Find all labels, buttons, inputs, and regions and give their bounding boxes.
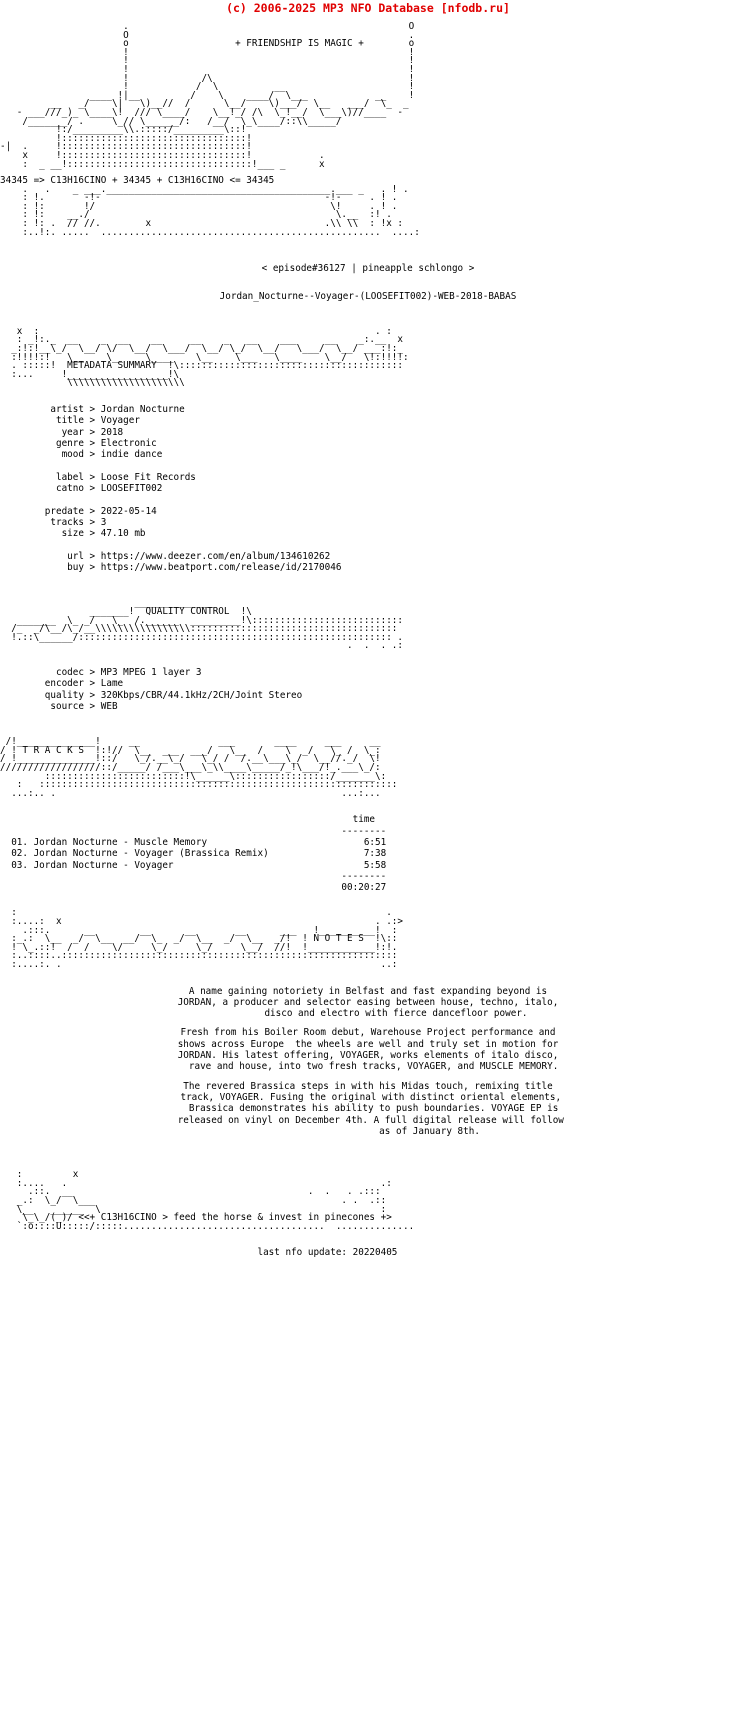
top-ascii-art-banner: . O O . o + FRIENDSHIP IS MAGIC + o ! ! … xyxy=(0,21,415,170)
tracks-total-rule: -------- xyxy=(0,870,387,882)
nfo-page: (c) 2006-2025 MP3 NFO Database [nfodb.ru… xyxy=(0,0,736,1716)
metadata-summary-ascii-banner: x : . : : _!:._ __ _ __ __ __ _ __ ___ _… xyxy=(11,325,409,389)
release-name: Jordan_Nocturne--Voyager-(LOOSEFIT002)-W… xyxy=(219,290,517,302)
episode-line: < episode#36127 | pineapple schlongo > xyxy=(261,263,475,275)
notes-paragraph-1: A name gaining notoriety in Belfast and … xyxy=(177,985,559,1020)
tracklist: 01. Jordan Nocturne - Muscle Memory 6:51… xyxy=(11,836,387,871)
tracks-ascii-banner: /!______________! __ ___ ____ ___ __ / !… xyxy=(0,736,398,799)
notes-paragraph-2: Fresh from his Boiler Room debut, Wareho… xyxy=(177,1027,559,1073)
last-nfo-update: last nfo update: 20220405 xyxy=(0,1247,398,1259)
tracks-total-time: 00:20:27 xyxy=(0,882,387,894)
metadata-fields-block: artist > Jordan Nocturne title > Voyager… xyxy=(44,404,342,574)
nfo-database-copyright: (c) 2006-2025 MP3 NFO Database [nfodb.ru… xyxy=(226,1,510,15)
quality-control-ascii-banner: ______________ _______! QUALITY CONTROL … xyxy=(11,597,403,652)
mid-ascii-art-frame: . . _ ___.______________________________… xyxy=(22,183,420,238)
footer-ascii-art: : x :.... . .: .::. __ . . . .::: _.: \_… xyxy=(16,1169,415,1232)
notes-ascii-banner: : . :....: x . .:> .:::. __ __ __ __ ___… xyxy=(11,907,403,970)
tracks-time-header: time -------- xyxy=(341,814,387,837)
notes-paragraph-3: The revered Brassica steps in with his M… xyxy=(177,1080,564,1137)
quality-fields-block: codec > MP3 MPEG 1 layer 3 encoder > Lam… xyxy=(44,667,303,712)
